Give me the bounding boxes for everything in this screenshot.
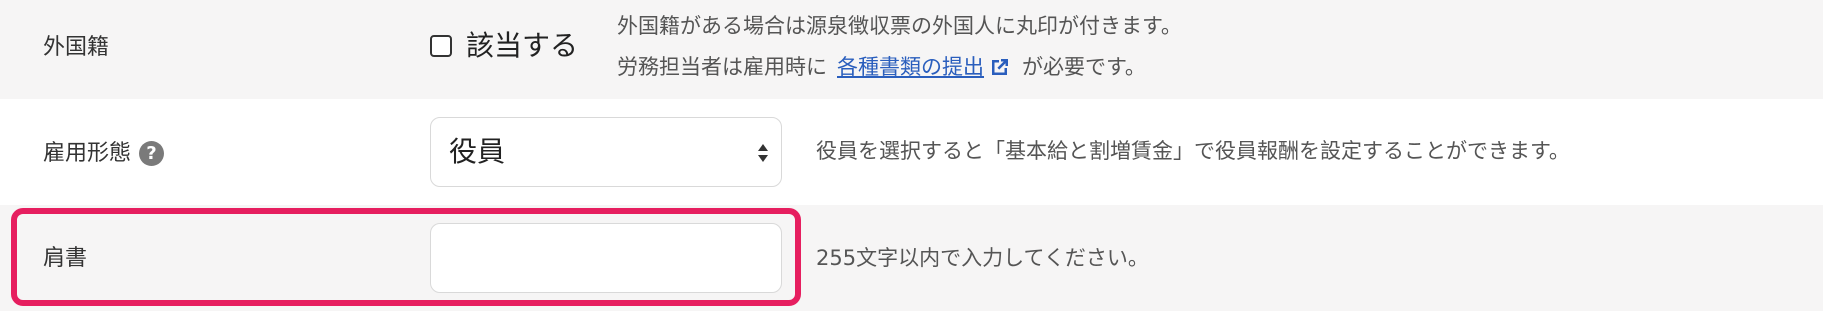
employment-type-selected-value: 役員 — [449, 135, 506, 168]
employment-type-label: 雇用形態 — [43, 140, 132, 166]
document-submission-link[interactable]: 各種書類の提出 — [837, 56, 984, 78]
foreign-nationality-checkbox-label[interactable]: 該当する — [466, 32, 578, 60]
employment-type-label-group: 雇用形態 ? — [43, 140, 165, 166]
select-arrows-icon — [758, 144, 768, 162]
foreign-nationality-checkbox[interactable] — [430, 35, 452, 57]
employment-type-description: 役員を選択すると「基本給と割増賃金」で役員報酬を設定することができます。 — [816, 139, 1570, 163]
help-icon[interactable]: ? — [139, 141, 165, 166]
form-row-job-title: 肩書 255文字以内で入力してください。 — [0, 205, 1823, 311]
employment-type-select[interactable]: 役員 — [430, 117, 782, 187]
foreign-nationality-description-line2: 労務担当者は雇用時に 各種書類の提出 が必要です。 — [617, 55, 1146, 79]
job-title-input[interactable] — [430, 223, 782, 293]
external-link-icon[interactable] — [988, 55, 1012, 79]
form-row-employment-type: 雇用形態 ? 役員 役員を選択すると「基本給と割増賃金」で役員報酬を設定すること… — [0, 99, 1823, 205]
description-line2-prefix: 労務担当者は雇用時に — [617, 54, 827, 79]
job-title-label: 肩書 — [43, 246, 88, 271]
foreign-nationality-checkbox-control[interactable]: 該当する — [430, 32, 578, 60]
foreign-nationality-label: 外国籍 — [43, 35, 110, 60]
job-title-description: 255文字以内で入力してください。 — [816, 246, 1149, 270]
foreign-nationality-description-line1: 外国籍がある場合は源泉徴収票の外国人に丸印が付きます。 — [617, 14, 1182, 38]
description-line2-suffix: が必要です。 — [1022, 54, 1146, 79]
form-row-foreign-nationality: 外国籍 該当する 外国籍がある場合は源泉徴収票の外国人に丸印が付きます。 労務担… — [0, 0, 1823, 99]
